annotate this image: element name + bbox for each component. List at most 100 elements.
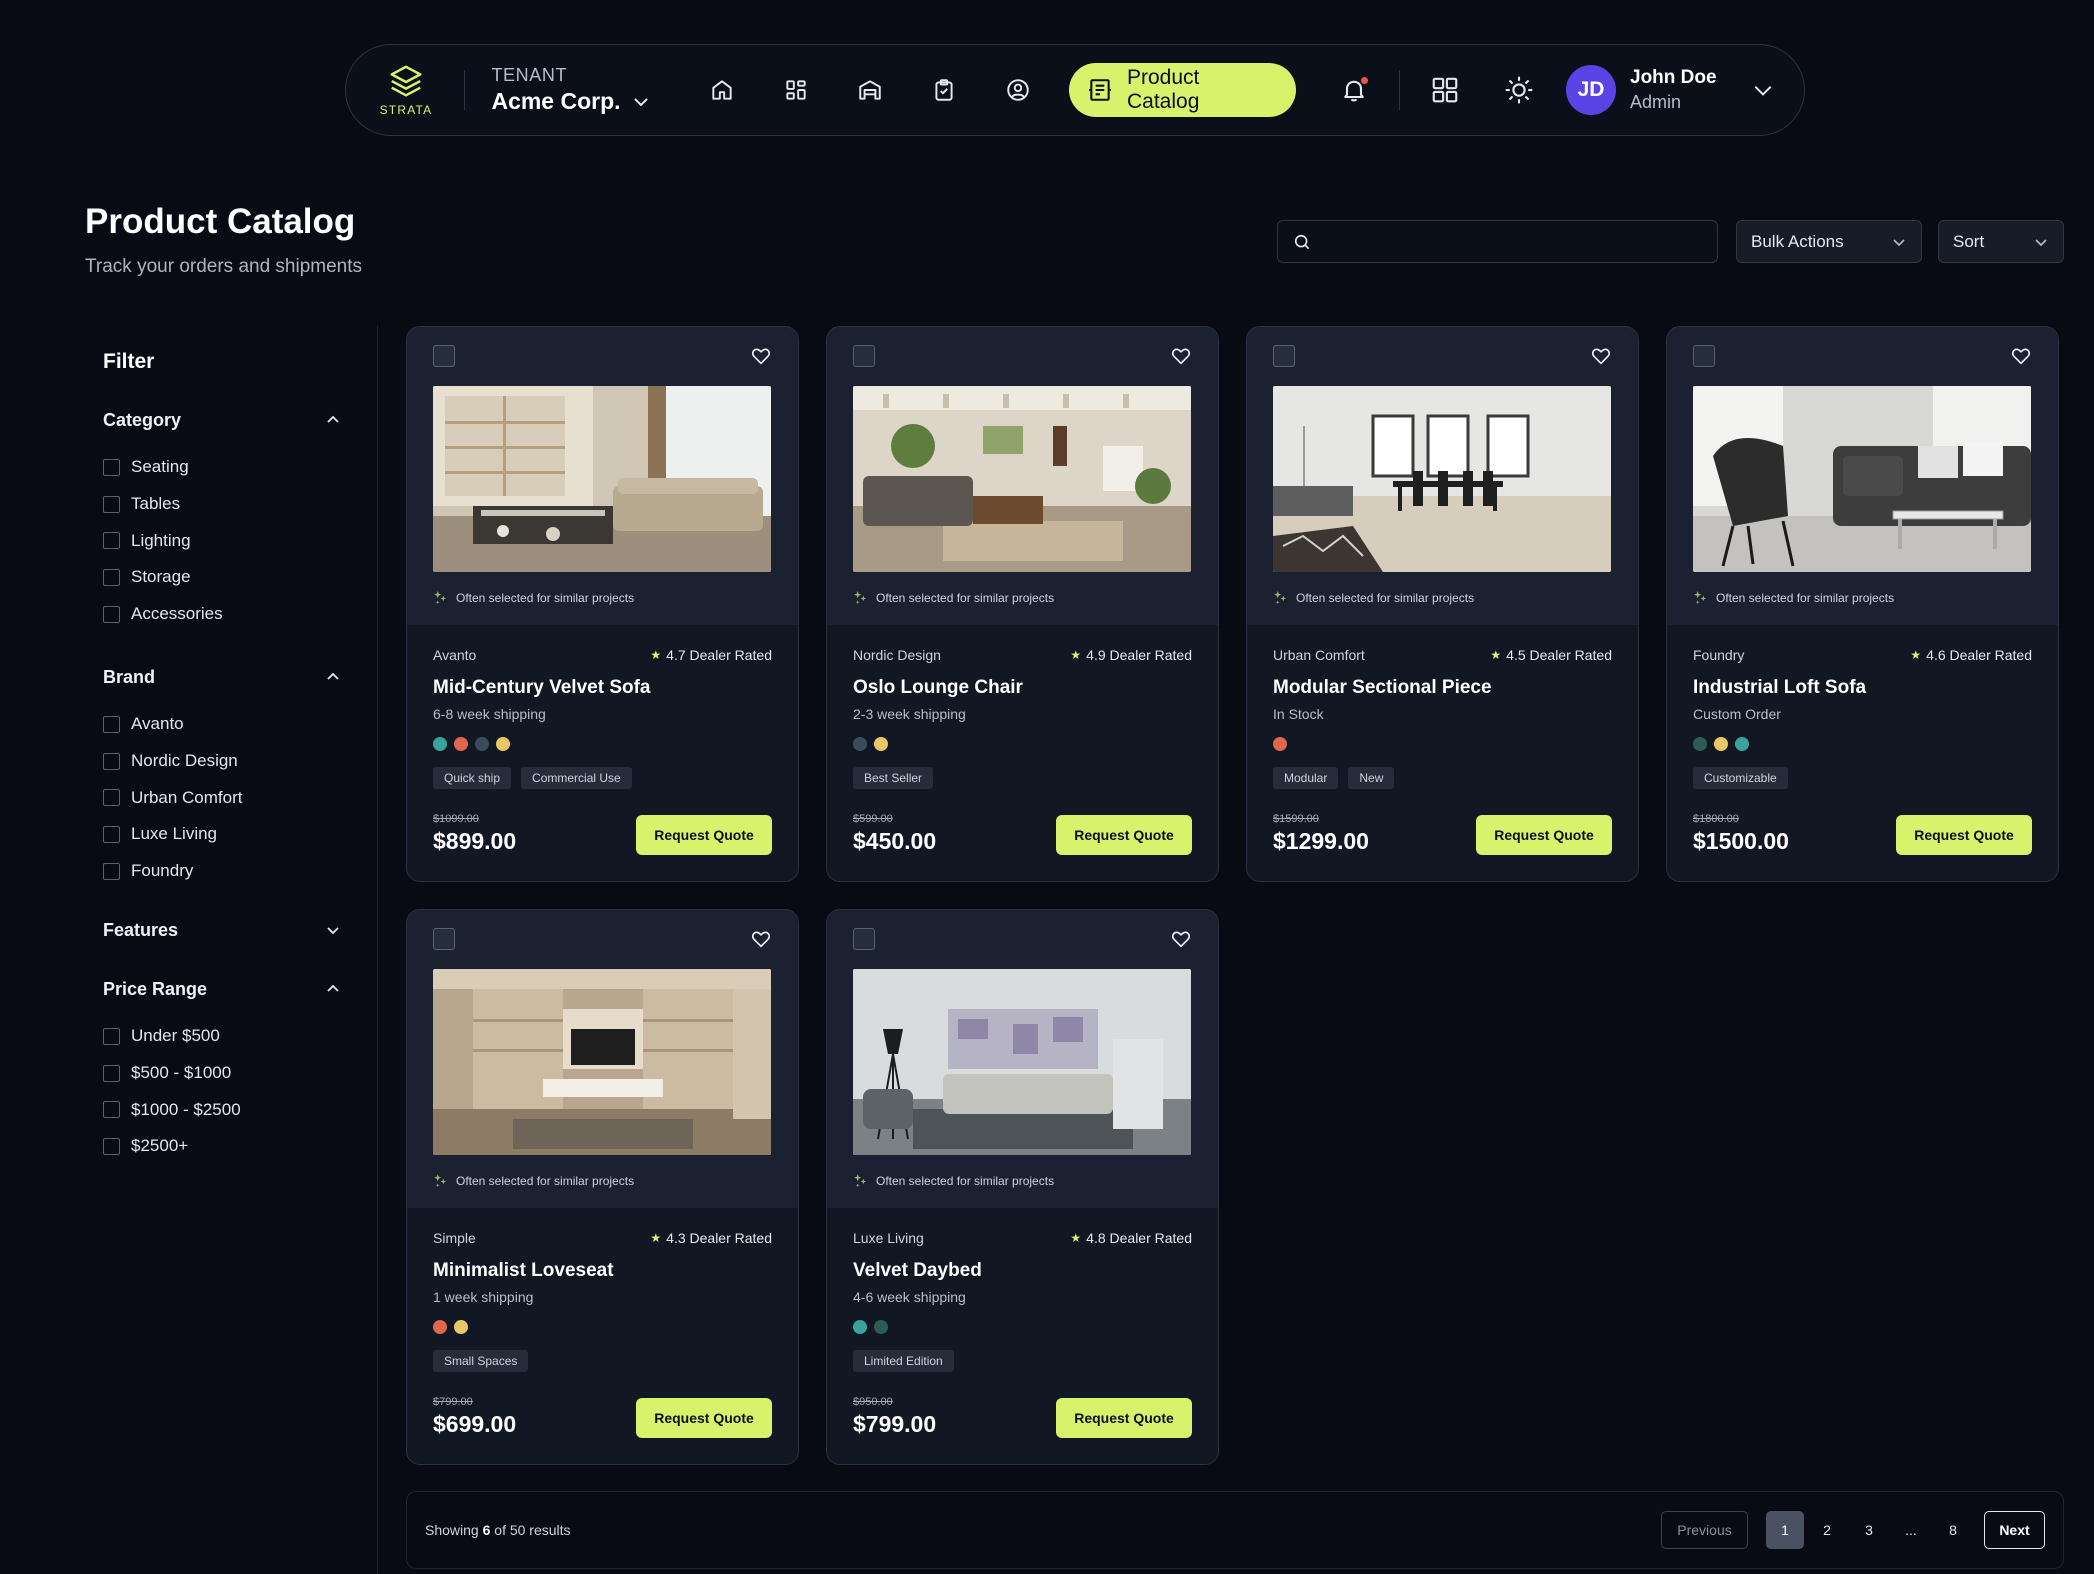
filter-option-luxe-living[interactable]: Luxe Living (103, 816, 341, 853)
nav-home-button[interactable] (685, 63, 759, 117)
checkbox[interactable] (103, 862, 120, 880)
user-menu-toggle[interactable] (1748, 75, 1778, 105)
request-quote-button[interactable]: Request Quote (1056, 815, 1192, 855)
checkbox[interactable] (103, 1137, 120, 1155)
select-checkbox[interactable] (853, 928, 875, 950)
apps-grid-button[interactable] (1418, 63, 1472, 117)
select-checkbox[interactable] (853, 345, 875, 367)
page-button-2[interactable]: 2 (1808, 1511, 1846, 1549)
page-button-3[interactable]: 3 (1850, 1511, 1888, 1549)
nav-orders-button[interactable] (907, 63, 981, 117)
nav-warehouse-button[interactable] (833, 63, 907, 117)
select-checkbox[interactable] (1273, 345, 1295, 367)
notifications-button[interactable] (1327, 63, 1381, 117)
theme-toggle-button[interactable] (1492, 63, 1546, 117)
checkbox[interactable] (103, 568, 120, 586)
favorite-button[interactable] (1170, 928, 1192, 950)
product-name[interactable]: Velvet Daybed (853, 1260, 1192, 1282)
product-card[interactable]: Often selected for similar projects Foun… (1666, 326, 2059, 882)
filter-option-avanto[interactable]: Avanto (103, 706, 341, 743)
filter-option-lighting[interactable]: Lighting (103, 522, 341, 559)
product-image[interactable] (853, 386, 1191, 572)
filter-price-header[interactable]: Price Range (103, 977, 341, 1001)
sort-dropdown[interactable]: Sort (1938, 220, 2064, 263)
product-name[interactable]: Modular Sectional Piece (1273, 677, 1612, 699)
request-quote-button[interactable]: Request Quote (1476, 815, 1612, 855)
color-swatch[interactable] (874, 1320, 888, 1334)
checkbox[interactable] (103, 532, 120, 550)
request-quote-button[interactable]: Request Quote (636, 815, 772, 855)
filter-option-seating[interactable]: Seating (103, 449, 341, 486)
product-card[interactable]: Often selected for similar projects Luxe… (826, 909, 1219, 1465)
color-swatch[interactable] (433, 1320, 447, 1334)
filter-option-500-1000[interactable]: $500 - $1000 (103, 1055, 341, 1092)
product-card[interactable]: Often selected for similar projects Nord… (826, 326, 1219, 882)
filter-option-2500-plus[interactable]: $2500+ (103, 1128, 341, 1165)
filter-option-storage[interactable]: Storage (103, 559, 341, 596)
favorite-button[interactable] (1590, 345, 1612, 367)
color-swatch[interactable] (874, 737, 888, 751)
avatar[interactable]: JD (1566, 65, 1616, 115)
product-card[interactable]: Often selected for similar projects Simp… (406, 909, 799, 1465)
color-swatch[interactable] (454, 737, 468, 751)
search-box[interactable] (1277, 220, 1718, 263)
checkbox[interactable] (103, 825, 120, 843)
product-image[interactable] (433, 386, 771, 572)
favorite-button[interactable] (750, 928, 772, 950)
product-name[interactable]: Industrial Loft Sofa (1693, 677, 2032, 699)
product-card[interactable]: Often selected for similar projects Urba… (1246, 326, 1639, 882)
color-swatch[interactable] (433, 737, 447, 751)
request-quote-button[interactable]: Request Quote (636, 1398, 772, 1438)
nav-product-catalog-button[interactable]: Product Catalog (1069, 63, 1297, 117)
tenant-switcher[interactable]: TENANT Acme Corp. (491, 65, 661, 115)
select-checkbox[interactable] (1693, 345, 1715, 367)
product-name[interactable]: Minimalist Loveseat (433, 1260, 772, 1282)
nav-profile-button[interactable] (981, 63, 1055, 117)
checkbox[interactable] (103, 458, 120, 476)
color-swatch[interactable] (1693, 737, 1707, 751)
strata-logo[interactable]: STRATA (374, 63, 438, 117)
tenant-name-row[interactable]: Acme Corp. (491, 88, 661, 115)
checkbox[interactable] (103, 789, 120, 807)
filter-features-header[interactable]: Features (103, 918, 341, 942)
checkbox[interactable] (103, 1101, 120, 1119)
previous-page-button[interactable]: Previous (1661, 1511, 1748, 1549)
page-button-8[interactable]: 8 (1934, 1511, 1972, 1549)
color-swatch[interactable] (853, 737, 867, 751)
color-swatch[interactable] (1714, 737, 1728, 751)
checkbox[interactable] (103, 752, 120, 770)
filter-option-nordic-design[interactable]: Nordic Design (103, 743, 341, 780)
select-checkbox[interactable] (433, 345, 455, 367)
color-swatch[interactable] (1735, 737, 1749, 751)
filter-category-header[interactable]: Category (103, 408, 341, 432)
product-image[interactable] (433, 969, 771, 1155)
filter-option-1000-2500[interactable]: $1000 - $2500 (103, 1091, 341, 1128)
color-swatch[interactable] (475, 737, 489, 751)
next-page-button[interactable]: Next (1984, 1511, 2045, 1549)
product-card[interactable]: Often selected for similar projects Avan… (406, 326, 799, 882)
select-checkbox[interactable] (433, 928, 455, 950)
product-image[interactable] (1693, 386, 2031, 572)
page-button-1[interactable]: 1 (1766, 1511, 1804, 1549)
checkbox[interactable] (103, 605, 120, 623)
color-swatch[interactable] (496, 737, 510, 751)
color-swatch[interactable] (853, 1320, 867, 1334)
checkbox[interactable] (103, 495, 120, 513)
favorite-button[interactable] (1170, 345, 1192, 367)
filter-option-accessories[interactable]: Accessories (103, 596, 341, 633)
user-info[interactable]: John Doe Admin (1630, 67, 1740, 113)
product-image[interactable] (1273, 386, 1611, 572)
filter-option-under-500[interactable]: Under $500 (103, 1018, 341, 1055)
checkbox[interactable] (103, 1064, 120, 1082)
product-name[interactable]: Mid-Century Velvet Sofa (433, 677, 772, 699)
filter-brand-header[interactable]: Brand (103, 665, 341, 689)
favorite-button[interactable] (2010, 345, 2032, 367)
bulk-actions-dropdown[interactable]: Bulk Actions (1736, 220, 1922, 263)
product-name[interactable]: Oslo Lounge Chair (853, 677, 1192, 699)
checkbox[interactable] (103, 1027, 120, 1045)
product-image[interactable] (853, 969, 1191, 1155)
request-quote-button[interactable]: Request Quote (1896, 815, 2032, 855)
request-quote-button[interactable]: Request Quote (1056, 1398, 1192, 1438)
search-input[interactable] (1322, 231, 1702, 252)
filter-option-foundry[interactable]: Foundry (103, 853, 341, 890)
